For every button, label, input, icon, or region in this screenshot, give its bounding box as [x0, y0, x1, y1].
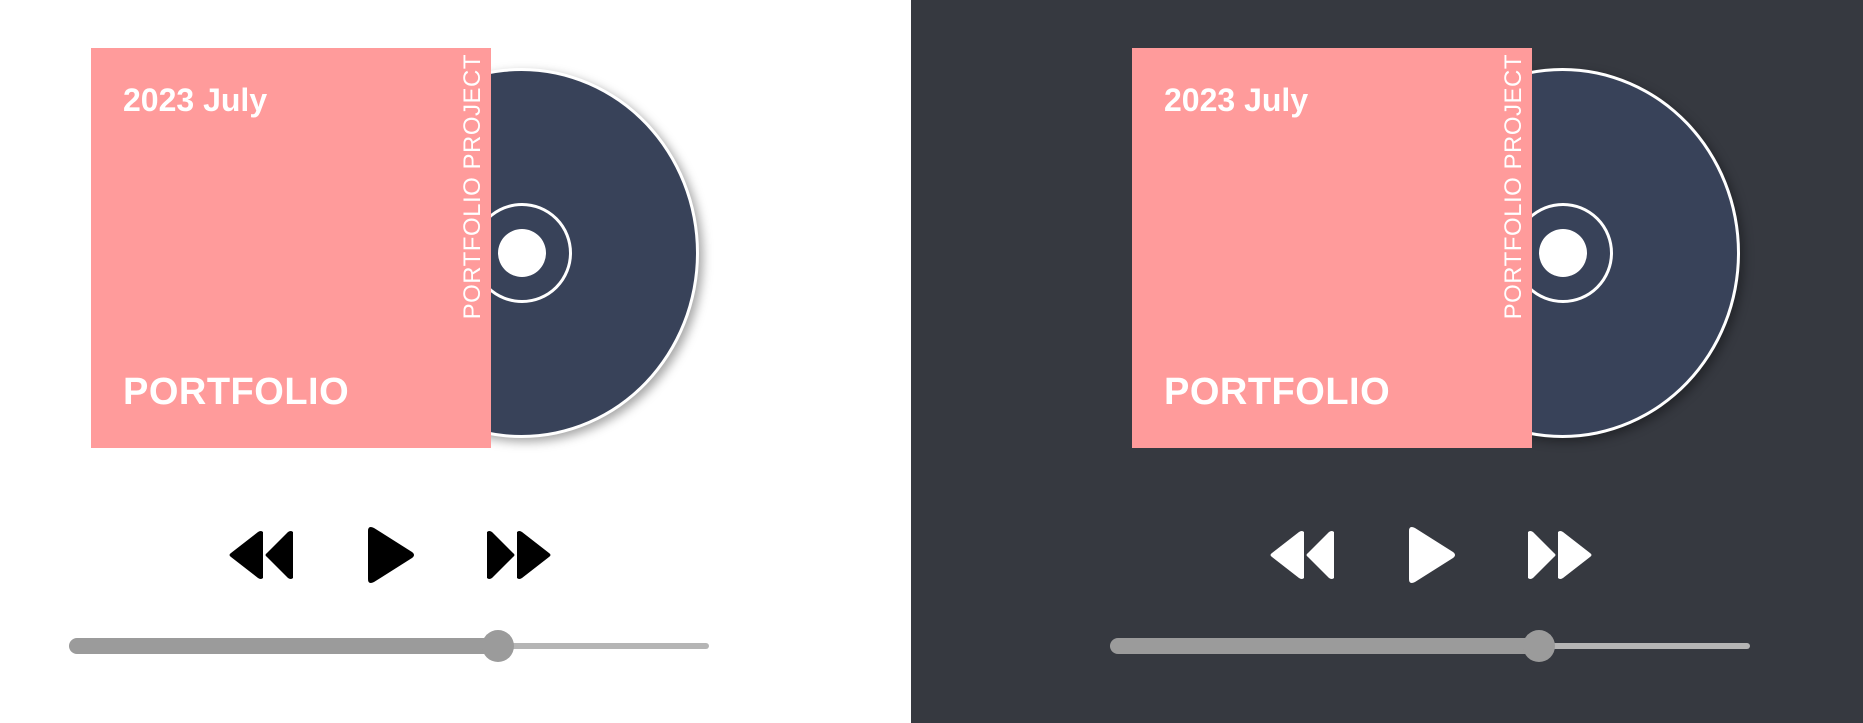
rewind-icon: [1270, 531, 1334, 579]
play-icon: [1409, 527, 1455, 583]
progress-fill: [69, 638, 498, 654]
cover-side-text: PORTFOLIO PROJECT: [1500, 54, 1527, 320]
previous-button[interactable]: [1263, 520, 1343, 590]
music-player-light: 2023 July PORTFOLIO PORTFOLIO PROJECT: [0, 0, 911, 723]
cover-date: 2023 July: [1164, 82, 1309, 118]
fast-forward-icon: [487, 531, 551, 579]
progress-thumb[interactable]: [1522, 630, 1555, 662]
album-cover: 2023 July PORTFOLIO PORTFOLIO PROJECT: [91, 48, 491, 448]
cover-side-text: PORTFOLIO PROJECT: [459, 54, 486, 320]
play-button[interactable]: [1391, 520, 1471, 590]
previous-button[interactable]: [222, 520, 302, 590]
progress-thumb[interactable]: [481, 630, 514, 662]
cover-title: PORTFOLIO: [1164, 371, 1391, 413]
disc-center-hole: [497, 229, 546, 277]
progress-slider[interactable]: [69, 630, 709, 662]
music-player-dark: 2023 July PORTFOLIO PORTFOLIO PROJECT: [1041, 0, 1863, 723]
progress-slider[interactable]: [1110, 630, 1750, 662]
rewind-icon: [229, 531, 293, 579]
play-button[interactable]: [350, 520, 430, 590]
cover-title: PORTFOLIO: [123, 371, 350, 413]
next-button[interactable]: [478, 520, 558, 590]
fast-forward-icon: [1528, 531, 1592, 579]
playback-controls: [1041, 520, 1863, 590]
light-theme-panel: 2023 July PORTFOLIO PORTFOLIO PROJECT: [0, 0, 911, 723]
cover-date: 2023 July: [123, 82, 268, 118]
progress-fill: [1110, 638, 1539, 654]
next-button[interactable]: [1519, 520, 1599, 590]
disc-center-hole: [1538, 229, 1587, 277]
playback-controls: [0, 520, 911, 590]
play-icon: [368, 527, 414, 583]
album-cover: 2023 July PORTFOLIO PORTFOLIO PROJECT: [1132, 48, 1532, 448]
dark-theme-panel: 2023 July PORTFOLIO PORTFOLIO PROJECT: [911, 0, 1863, 723]
